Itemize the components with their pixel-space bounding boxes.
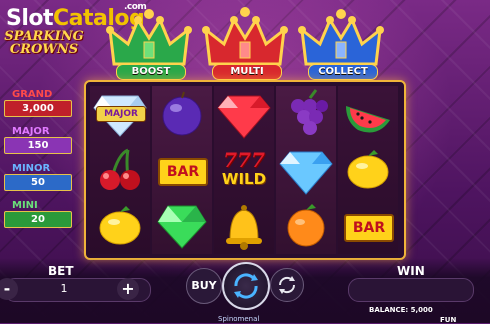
win-display: [348, 278, 474, 302]
balance-text: BALANCE: 5,000: [369, 306, 433, 314]
green-gem-symbol: [152, 198, 212, 254]
diamond-major-symbol: MAJOR: [90, 86, 150, 142]
reel-3: 777 WILD: [214, 86, 274, 254]
collect-label: COLLECT: [308, 64, 378, 80]
jackpot-value: 3,000: [4, 100, 72, 117]
reel-1: MAJOR: [90, 86, 150, 254]
wild-text: WILD: [221, 170, 267, 188]
reel-2: BAR: [152, 86, 212, 254]
reel-5: BAR: [338, 86, 398, 254]
blue-diamond-symbol: [276, 142, 336, 198]
reel-4: [276, 86, 336, 254]
jackpot-mini: MINI 20: [4, 200, 72, 228]
seven-text: 777: [223, 148, 265, 172]
buy-feature-button[interactable]: BUY: [186, 268, 222, 304]
jackpot-minor: MINOR 50: [4, 163, 72, 191]
bar-text: BAR: [158, 158, 208, 186]
jackpot-grand: GRAND 3,000: [4, 89, 72, 117]
lemon-symbol: [338, 142, 398, 198]
autoplay-icon: [278, 276, 296, 294]
watermelon-symbol: [338, 86, 398, 142]
spin-arrows-icon: [234, 273, 258, 299]
jackpot-name: MINI: [12, 200, 38, 211]
bar-symbol: BAR: [152, 142, 212, 198]
boost-label: BOOST: [116, 64, 186, 80]
jackpot-name: MINOR: [12, 163, 51, 174]
bar-text: BAR: [344, 214, 394, 242]
lemon-symbol: [90, 198, 150, 254]
spin-button[interactable]: [222, 262, 270, 310]
major-badge: MAJOR: [96, 106, 146, 122]
game-logo: SPARKING CROWNS: [2, 30, 86, 56]
reels: MAJOR BAR 777 WILD BAR: [90, 86, 400, 254]
jackpot-name: GRAND: [12, 89, 53, 100]
orange-symbol: [276, 198, 336, 254]
win-label: WIN: [397, 264, 425, 278]
jackpot-value: 50: [4, 174, 72, 191]
red-gem-symbol: [214, 86, 274, 142]
grapes-symbol: [276, 86, 336, 142]
bet-value: 1: [60, 282, 68, 295]
autoplay-button[interactable]: [270, 268, 304, 302]
provider-logo: Spinomenal: [218, 315, 260, 323]
bet-increase-button[interactable]: +: [117, 278, 139, 300]
bell-symbol: [214, 198, 274, 254]
seven-wild-symbol: 777 WILD: [214, 142, 274, 198]
plum-symbol: [152, 86, 212, 142]
reel-frame: MAJOR BAR 777 WILD BAR: [84, 80, 406, 260]
jackpot-name: MAJOR: [12, 126, 50, 137]
multi-label: MULTI: [212, 64, 282, 80]
jackpot-major: MAJOR 150: [4, 126, 72, 154]
logo-line-2: CROWNS: [9, 42, 79, 57]
bar-symbol: BAR: [338, 198, 398, 254]
jackpot-value: 20: [4, 211, 72, 228]
cherries-symbol: [90, 142, 150, 198]
bet-label: BET: [48, 264, 74, 278]
jackpot-value: 150: [4, 137, 72, 154]
